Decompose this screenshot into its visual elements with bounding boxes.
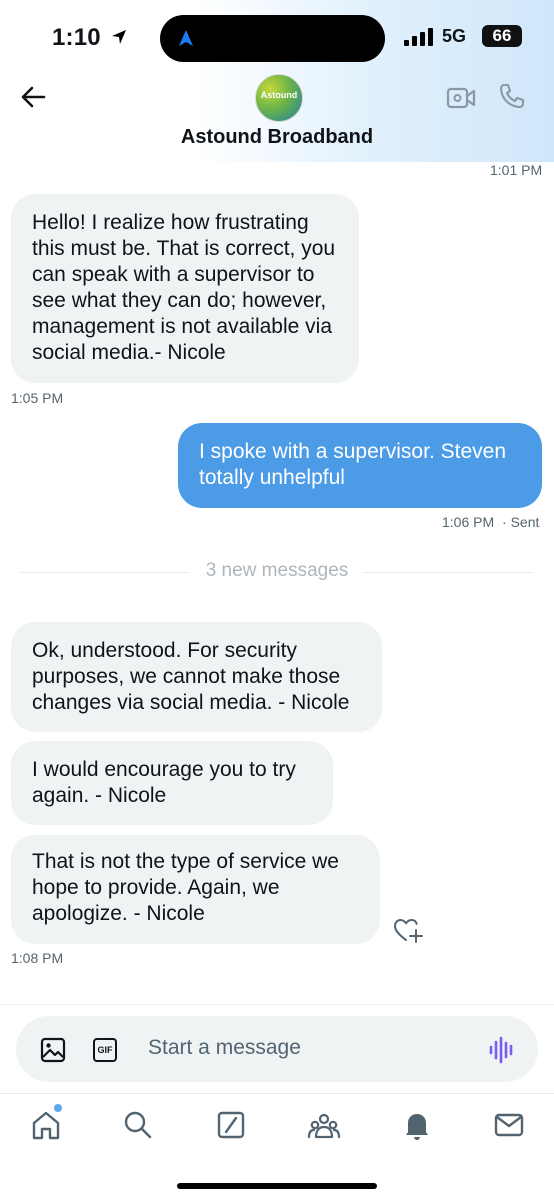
conversation-title: Astound Broadband	[180, 126, 374, 148]
grok-icon[interactable]	[214, 1108, 248, 1142]
home-indicator[interactable]	[177, 1183, 377, 1189]
communities-icon[interactable]	[307, 1108, 341, 1142]
voice-message-icon[interactable]	[488, 1036, 516, 1064]
messages-icon[interactable]	[492, 1108, 526, 1142]
navigation-arrow-icon	[179, 30, 193, 46]
tabbar-divider	[0, 1093, 554, 1094]
message-input[interactable]: Start a message	[148, 1036, 301, 1060]
back-arrow-icon[interactable]	[18, 82, 48, 112]
signal-icon	[404, 28, 433, 46]
dynamic-island	[160, 15, 385, 62]
unread-dot	[54, 1104, 62, 1112]
message-timestamp: 1:01 PM	[490, 162, 543, 178]
sent-time: 1:06 PM	[442, 514, 495, 530]
status-time: 1:10	[52, 24, 128, 52]
gif-label: GIF	[97, 1045, 113, 1055]
battery-indicator: 66	[482, 25, 522, 47]
search-icon[interactable]	[121, 1108, 155, 1142]
add-reaction-icon[interactable]	[393, 916, 423, 944]
avatar-logo-text: Astound	[260, 90, 298, 100]
message-bubble-received[interactable]: Ok, understood. For security purposes, w…	[11, 622, 382, 732]
gif-icon[interactable]: GIF	[93, 1038, 117, 1062]
message-bubble-received[interactable]: That is not the type of service we hope …	[11, 835, 380, 944]
sent-status: · Sent	[502, 514, 540, 530]
notifications-icon[interactable]	[400, 1108, 434, 1142]
message-timestamp: 1:05 PM	[11, 390, 64, 406]
message-bubble-received[interactable]: Hello! I realize how frustrating this mu…	[11, 194, 359, 383]
new-messages-divider: 3 new messages	[205, 560, 349, 581]
network-type: 5G	[442, 26, 467, 46]
phone-call-icon[interactable]	[498, 82, 526, 110]
message-timestamp: 1:06 PM · Sent	[442, 514, 539, 530]
location-arrow-icon	[111, 30, 126, 44]
avatar[interactable]: Astound	[255, 74, 303, 122]
video-call-icon[interactable]	[446, 86, 476, 110]
message-timestamp: 1:08 PM	[11, 950, 64, 966]
home-icon[interactable]	[29, 1108, 63, 1142]
compose-divider	[0, 1004, 554, 1005]
divider-right	[362, 572, 534, 573]
message-bubble-sent[interactable]: I spoke with a supervisor. Steven totall…	[178, 423, 542, 508]
image-icon[interactable]	[40, 1037, 66, 1063]
message-bubble-received[interactable]: I would encourage you to try again. - Ni…	[11, 741, 333, 825]
